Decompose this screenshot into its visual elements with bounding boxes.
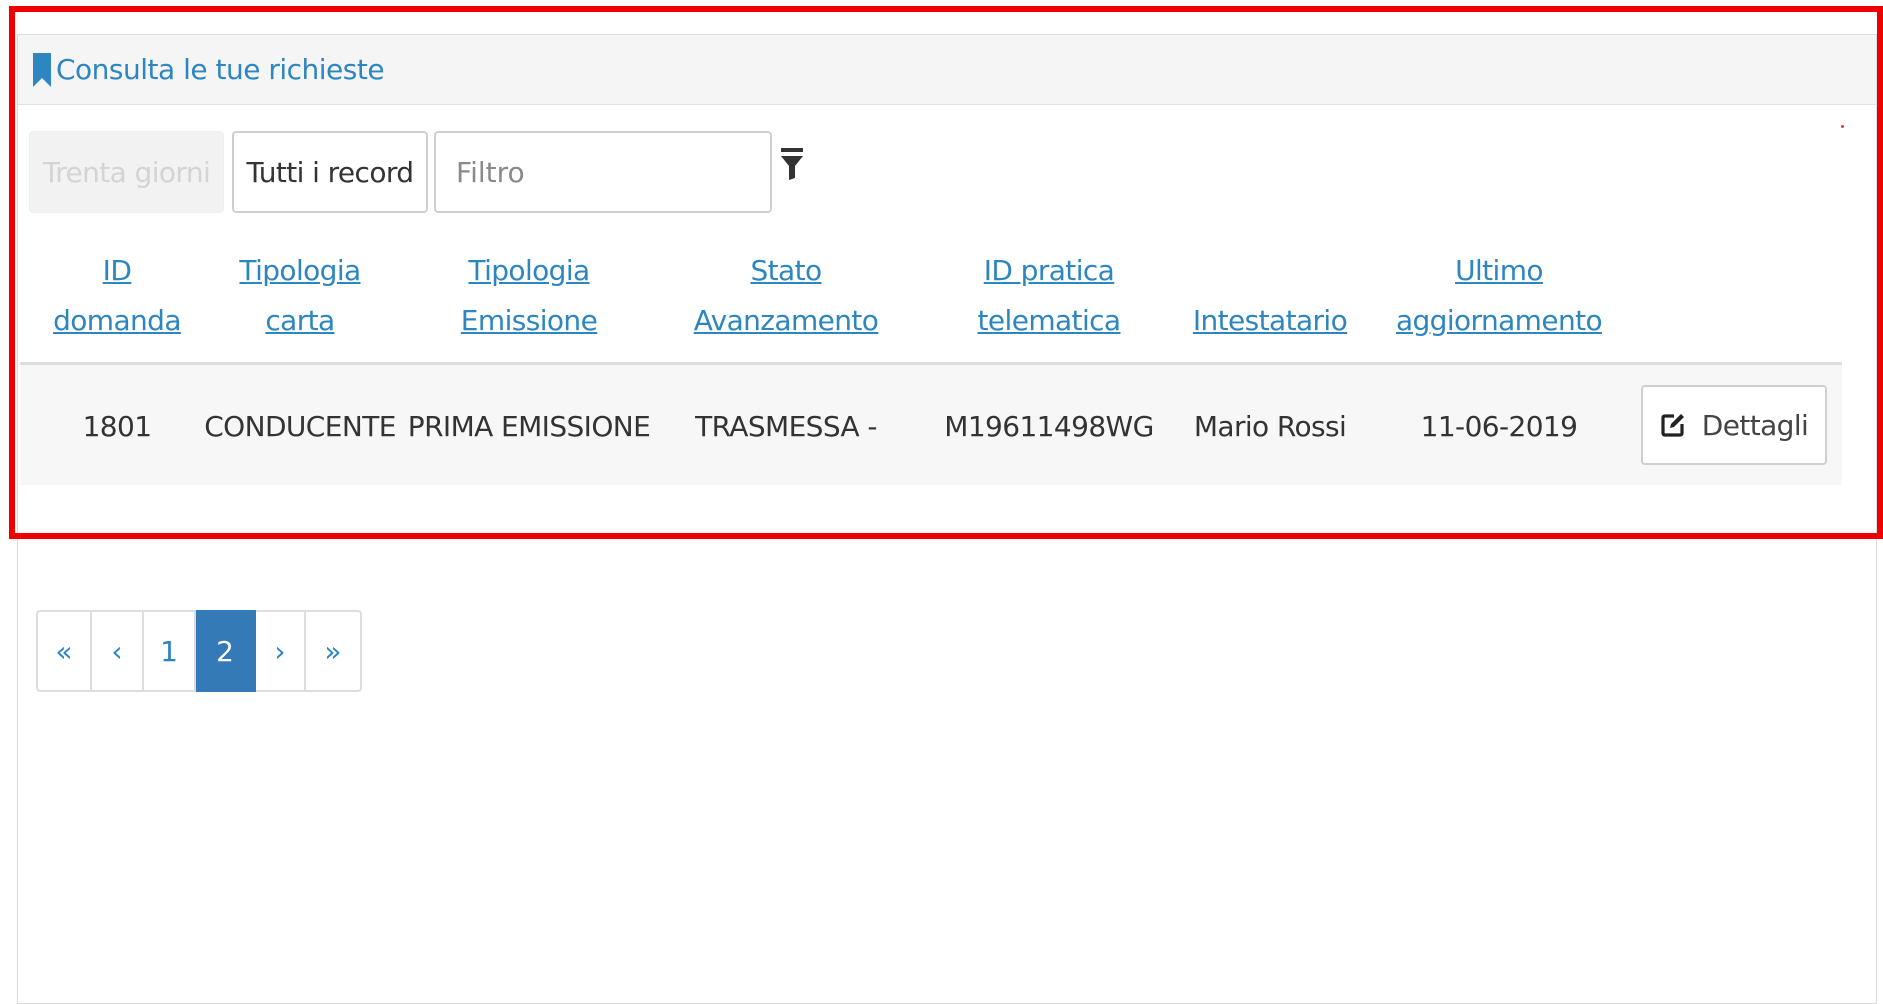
cell-tipologia-emissione: PRIMA EMISSIONE xyxy=(407,410,651,443)
page-next-button[interactable]: › xyxy=(256,610,306,692)
all-records-button[interactable]: Tutti i record xyxy=(232,131,428,213)
page-first-button[interactable]: « xyxy=(36,610,92,692)
col-id-pratica[interactable]: ID pratica telematica xyxy=(978,246,1122,346)
details-button[interactable]: Dettagli xyxy=(1641,385,1827,465)
col-tipologia-emissione[interactable]: Tipologia Emissione xyxy=(461,246,598,346)
cell-id-domanda: 1801 xyxy=(82,410,152,443)
cell-id-pratica: M19611498WG xyxy=(944,410,1154,443)
col-intestatario[interactable]: Intestatario xyxy=(1193,296,1348,346)
page-prev-button[interactable]: ‹ xyxy=(92,610,144,692)
panel-heading: Consulta le tue richieste xyxy=(18,35,1876,105)
cell-ultimo-aggiornamento: 11-06-2019 xyxy=(1420,410,1578,443)
filter-icon[interactable] xyxy=(779,146,805,182)
edit-icon xyxy=(1660,412,1686,438)
red-dot-marker xyxy=(1841,125,1844,128)
page-last-button[interactable]: » xyxy=(306,610,362,692)
col-id-domanda[interactable]: ID domanda xyxy=(53,246,181,346)
cell-intestatario: Mario Rossi xyxy=(1193,410,1347,443)
bookmark-icon xyxy=(32,52,52,88)
page-1-button[interactable]: 1 xyxy=(144,610,196,692)
pagination: « ‹ 1 2 › » xyxy=(36,610,362,692)
thirty-days-button[interactable]: Trenta giorni xyxy=(29,131,224,213)
filter-input[interactable] xyxy=(434,131,772,213)
col-tipologia-carta[interactable]: Tipologia carta xyxy=(239,246,361,346)
cell-tipologia-carta: CONDUCENTE xyxy=(204,410,396,443)
details-label: Dettagli xyxy=(1701,408,1809,442)
col-ultimo-aggiornamento[interactable]: Ultimo aggiornamento xyxy=(1396,246,1603,346)
cell-stato-avanzamento: TRASMESSA - xyxy=(695,410,877,443)
col-stato-avanzamento[interactable]: Stato Avanzamento xyxy=(694,246,879,346)
page-2-button[interactable]: 2 xyxy=(196,610,256,692)
panel-title: Consulta le tue richieste xyxy=(56,53,385,86)
